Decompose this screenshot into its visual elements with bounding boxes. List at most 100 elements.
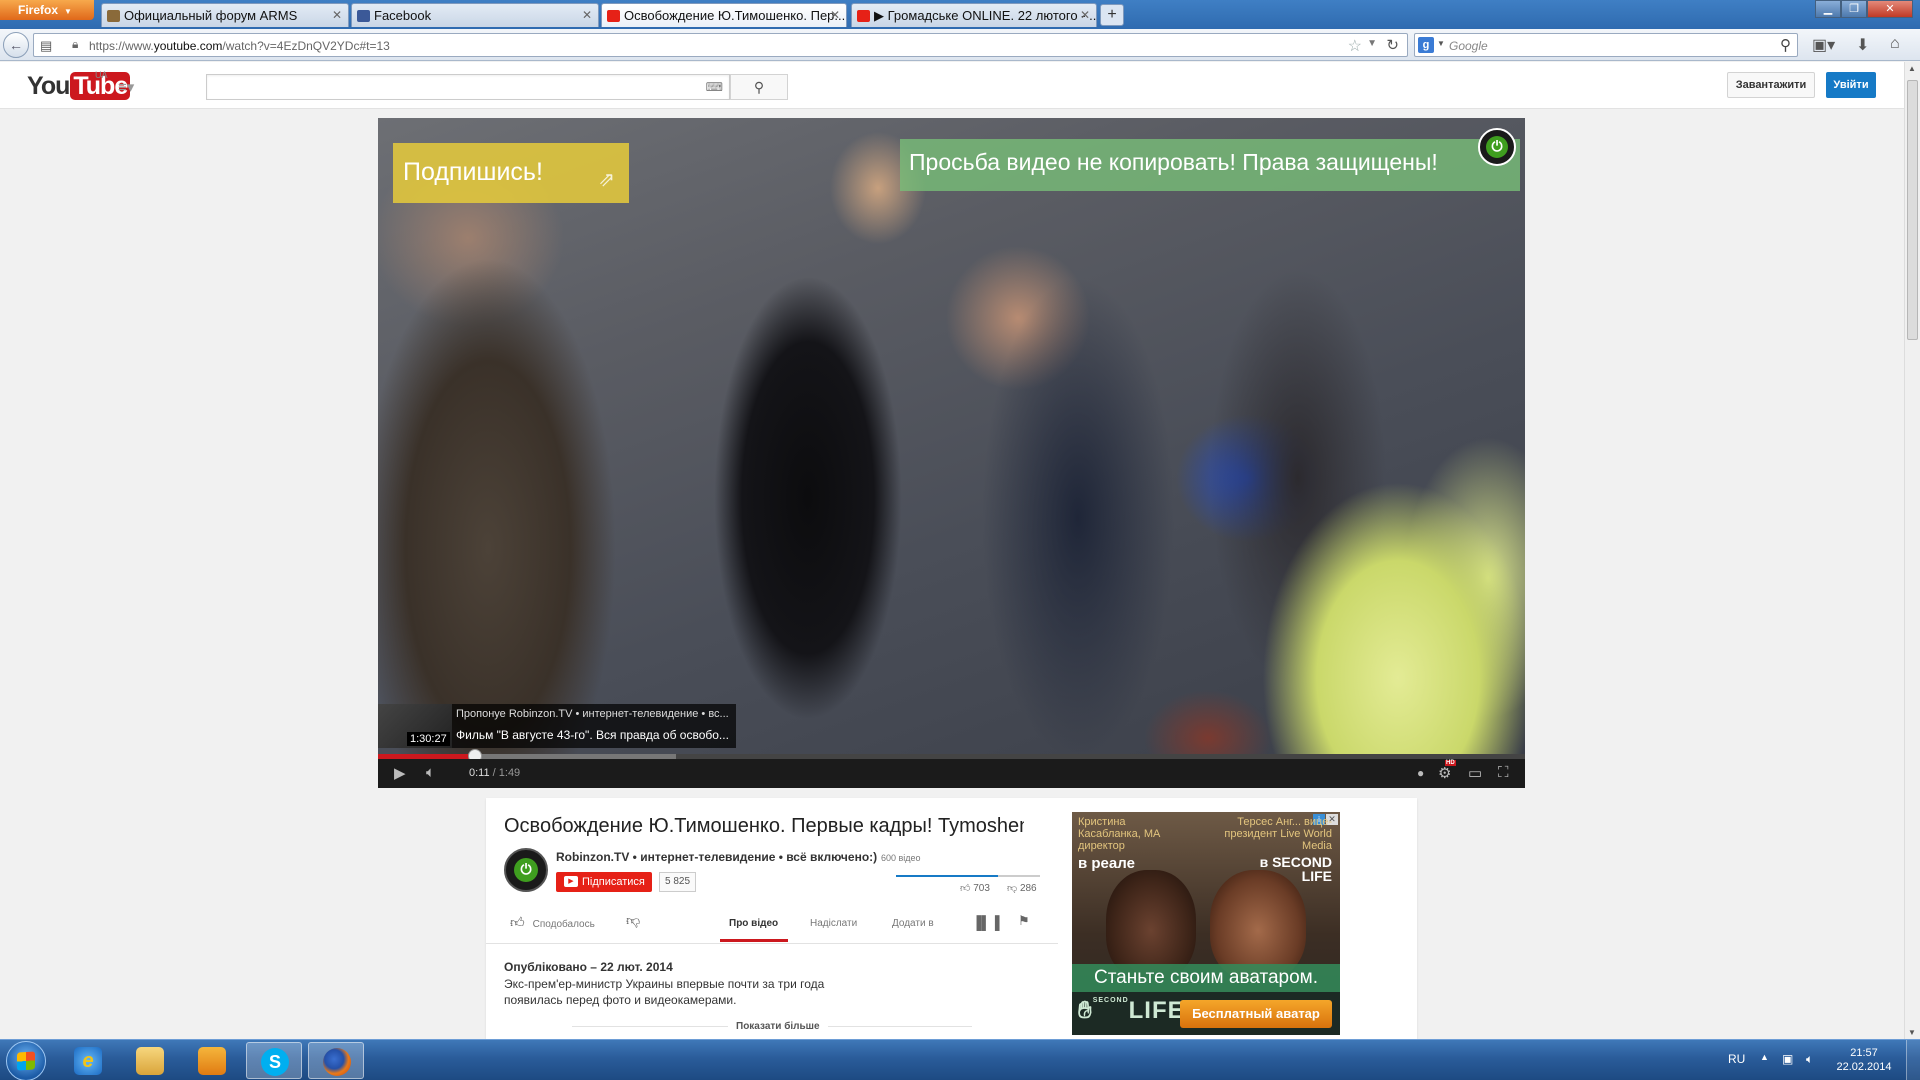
youtube-search-input[interactable]: ⌨ xyxy=(206,74,730,100)
close-icon[interactable]: ✕ xyxy=(830,8,840,22)
tab-facebook[interactable]: Facebook ✕ xyxy=(351,3,599,27)
fullscreen-icon[interactable]: ⛶ xyxy=(1498,764,1509,781)
like-ratio-bar xyxy=(896,875,1040,877)
scroll-up-icon[interactable]: ▲ xyxy=(1908,64,1916,73)
player-controls: ▶ 🔈︎ 0:11 / 1:49 ● ⚙ HD ▭ ⛶ xyxy=(378,759,1525,788)
search-icon: ⚲ xyxy=(753,79,765,95)
tab-about[interactable]: Про відео xyxy=(729,918,778,929)
address-bar[interactable]: ▤ 🔒︎ https://www.youtube.com/watch?v=4Ez… xyxy=(33,33,1408,57)
tab-youtube-tymoshenko[interactable]: Освобождение Ю.Тимошенко. Пер... ✕ xyxy=(601,3,847,27)
theater-mode-icon[interactable]: ▭ xyxy=(1468,764,1482,782)
page-scrollbar[interactable]: ▲ ▼ xyxy=(1904,62,1920,1039)
channel-avatar[interactable]: ⏻ xyxy=(504,848,548,892)
ad-left-name: Кристина Касабланка, МА директор xyxy=(1078,816,1161,852)
bookmark-star-icon[interactable]: ☆ xyxy=(1348,36,1362,56)
volume-icon[interactable]: 🔈︎ xyxy=(1806,1052,1813,1067)
url-text: https://www.youtube.com/watch?v=4EzDnQV2… xyxy=(89,39,390,53)
history-dropdown-icon[interactable]: ▼ xyxy=(1367,38,1377,49)
ad-left-tag: в реале xyxy=(1078,855,1135,872)
language-indicator[interactable]: RU xyxy=(1728,1052,1745,1066)
suggested-video-title[interactable]: Фильм "В августе 43-го". Вся правда об о… xyxy=(456,728,729,742)
subscribe-annotation[interactable]: Подпишись! ⇗ xyxy=(393,143,629,203)
close-icon[interactable]: ✕ xyxy=(582,8,592,22)
gear-icon[interactable]: ⚙ xyxy=(1438,764,1451,782)
tab-share[interactable]: Надіслати xyxy=(810,918,857,929)
channel-watermark[interactable]: ⏻ xyxy=(1478,128,1516,166)
time-display: 0:11 / 1:49 xyxy=(469,767,521,779)
ad-cta-button[interactable]: Бесплатный аватар xyxy=(1180,1000,1332,1028)
home-icon[interactable]: ⌂ xyxy=(1890,35,1900,53)
channel-video-count[interactable]: 600 відео xyxy=(881,853,921,863)
chevron-down-icon[interactable]: ▼ xyxy=(1437,39,1445,48)
internet-explorer-icon: e xyxy=(74,1047,102,1075)
clock-date: 22.02.2014 xyxy=(1836,1061,1892,1073)
taskbar-skype[interactable]: S xyxy=(246,1042,302,1079)
taskbar-firefox[interactable] xyxy=(308,1042,364,1079)
search-placeholder: Google xyxy=(1449,39,1488,53)
back-button[interactable]: ← xyxy=(3,32,29,58)
tray-expand-icon[interactable]: ▲ xyxy=(1760,1052,1769,1062)
close-icon[interactable]: ✕ xyxy=(332,8,342,22)
window-minimize-button[interactable]: ▁ xyxy=(1815,0,1841,18)
show-more-button[interactable]: Показати більше xyxy=(728,1021,828,1032)
play-icon[interactable]: ▶ xyxy=(394,764,406,782)
start-button[interactable] xyxy=(6,1041,46,1080)
new-tab-button[interactable]: + xyxy=(1100,4,1124,26)
youtube-favicon-icon xyxy=(857,10,870,22)
forum-favicon-icon xyxy=(107,10,120,22)
close-icon[interactable]: ✕ xyxy=(1080,8,1090,22)
keyboard-icon[interactable]: ⌨ xyxy=(706,80,723,94)
taskbar-explorer[interactable] xyxy=(122,1042,178,1079)
tab-hromadske-online[interactable]: ▶ Громадське ONLINE. 22 лютого - ... ✕ xyxy=(851,3,1097,27)
show-desktop-button[interactable] xyxy=(1906,1040,1920,1080)
search-engine-box[interactable]: g ▼ Google ⚲ xyxy=(1414,33,1798,57)
video-frame[interactable]: Подпишись! ⇗ Просьба видео не копировать… xyxy=(378,118,1525,754)
channel-name[interactable]: Robinzon.TV • интернет-телевидение • всё… xyxy=(556,850,877,864)
taskbar-media-player[interactable] xyxy=(184,1042,240,1079)
subscribe-annotation-label: Подпишись! xyxy=(403,158,543,186)
tab-label: Facebook xyxy=(374,8,432,23)
suggested-video-card[interactable]: 1:30:27 Пропонуе Robinzon.TV • интернет-… xyxy=(378,704,736,748)
dislike-button[interactable]: 👎︎ xyxy=(626,912,640,929)
like-button[interactable]: 👍︎ Сподобалось xyxy=(510,914,595,931)
sign-in-button[interactable]: Увійти xyxy=(1826,72,1876,98)
flag-icon[interactable]: ⚑ xyxy=(1018,913,1030,929)
tab-add-to[interactable]: Додати в xyxy=(892,918,934,929)
google-icon[interactable]: g xyxy=(1418,37,1434,53)
folder-icon xyxy=(136,1047,164,1075)
tab-label: ▶ Громадське ONLINE. 22 лютого - ... xyxy=(874,8,1097,23)
window-restore-button[interactable]: ❐ xyxy=(1841,0,1867,18)
system-clock[interactable]: 21:57 22.02.2014 xyxy=(1836,1046,1892,1074)
suggested-video-duration: 1:30:27 xyxy=(407,732,450,746)
taskbar-ie[interactable]: e xyxy=(60,1042,116,1079)
external-link-icon: ⇗ xyxy=(598,169,615,191)
reload-icon[interactable]: ↻ xyxy=(1386,36,1399,54)
lock-icon[interactable]: 🔒︎ xyxy=(72,37,78,52)
search-icon[interactable]: ⚲ xyxy=(1780,36,1791,54)
tab-arms-forum[interactable]: Официальный форум ARMS ✕ xyxy=(101,3,349,27)
upload-button[interactable]: Завантажити xyxy=(1727,72,1815,98)
youtube-logo[interactable]: You Tube UA xyxy=(27,70,131,101)
network-icon[interactable]: ▣ xyxy=(1782,1052,1793,1066)
window-close-button[interactable]: ✕ xyxy=(1867,0,1913,18)
subscribe-button[interactable]: ▶ Підписатися xyxy=(556,872,652,892)
download-icon[interactable]: ⬇ xyxy=(1856,35,1869,55)
scroll-down-icon[interactable]: ▼ xyxy=(1908,1028,1916,1037)
stats-icon[interactable]: ▐▌▐ xyxy=(972,915,1000,930)
power-icon: ⏻ xyxy=(1486,136,1508,158)
browser-navigation-bar: ← ▤ 🔒︎ https://www.youtube.com/watch?v=4… xyxy=(0,29,1920,61)
youtube-search-button[interactable]: ⚲ xyxy=(730,74,788,100)
firefox-menu-button[interactable]: Firefox ▼ xyxy=(0,0,94,20)
scrollbar-thumb[interactable] xyxy=(1907,80,1918,340)
second-life-logo: ✋︎SECONDLIFE xyxy=(1078,997,1185,1024)
sync-icon[interactable]: ▣▾ xyxy=(1812,35,1835,55)
volume-icon[interactable]: 🔈︎ xyxy=(426,764,435,781)
guide-menu-icon[interactable]: ≡▾ xyxy=(118,78,134,96)
sidebar-ad[interactable]: i ✕ Кристина Касабланка, МА директор Тер… xyxy=(1072,812,1340,1035)
annotations-icon[interactable]: ● xyxy=(1417,766,1424,780)
video-player[interactable]: Подпишись! ⇗ Просьба видео не копировать… xyxy=(378,118,1525,788)
ad-slogan: Станьте своим аватаром. xyxy=(1072,964,1340,992)
browser-tab-bar: Firefox ▼ Официальный форум ARMS ✕ Facebo… xyxy=(0,0,1920,29)
ad-footer: ✋︎SECONDLIFE Бесплатный аватар xyxy=(1072,992,1340,1035)
show-more-divider: Показати більше xyxy=(572,1021,972,1032)
